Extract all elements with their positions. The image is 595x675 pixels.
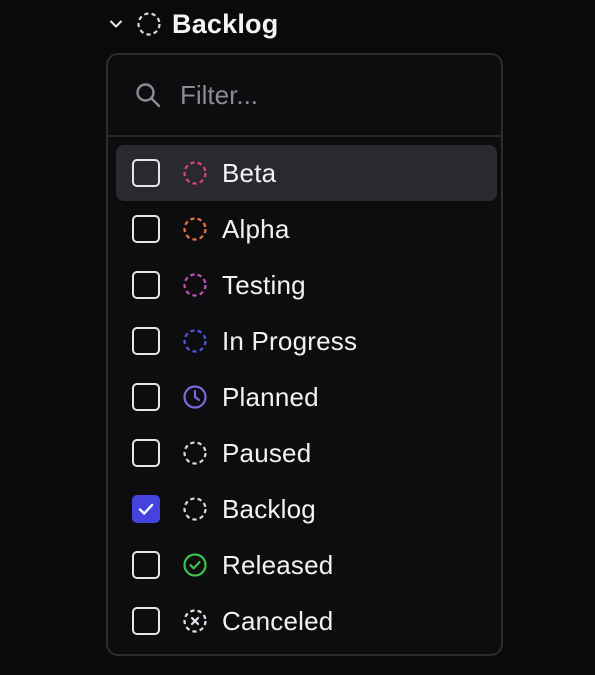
filter-input[interactable] [180,79,460,111]
status-option-label: Beta [222,157,277,188]
status-checkbox[interactable] [132,383,160,411]
status-checkbox[interactable] [132,159,160,187]
check-circle-icon [182,552,208,578]
dashed-circle-icon [182,440,208,466]
status-dropdown-trigger[interactable]: Backlog [106,6,278,42]
status-option-label: In Progress [222,325,358,356]
dashed-circle-icon [182,160,208,186]
status-option-in-progress[interactable]: In Progress [116,313,497,369]
search-icon [134,81,162,109]
x-circle-icon [182,608,208,634]
dashed-circle-icon [182,216,208,242]
status-filter-screen: Backlog Beta Alpha Testing In Progress Plann… [0,0,595,675]
status-option-canceled[interactable]: Canceled [116,593,497,649]
dashed-circle-icon [182,496,208,522]
status-option-label: Paused [222,437,312,468]
status-option-testing[interactable]: Testing [116,257,497,313]
status-checkbox[interactable] [132,607,160,635]
status-option-label: Released [222,549,334,580]
chevron-down-icon [106,14,126,34]
status-option-alpha[interactable]: Alpha [116,201,497,257]
dashed-circle-icon [182,272,208,298]
status-option-label: Backlog [222,493,316,524]
status-checkbox[interactable] [132,215,160,243]
status-options-list: Beta Alpha Testing In Progress Planned Paused… [116,145,497,649]
status-checkbox[interactable] [132,551,160,579]
status-option-label: Alpha [222,213,290,244]
status-option-planned[interactable]: Planned [116,369,497,425]
filter-search-bar [108,55,501,137]
status-option-label: Planned [222,381,319,412]
checkmark-icon [138,503,154,515]
status-option-backlog[interactable]: Backlog [116,481,497,537]
status-checkbox[interactable] [132,439,160,467]
dashed-circle-icon [136,11,162,37]
status-filter-popover: Beta Alpha Testing In Progress Planned Paused… [106,53,503,656]
dashed-circle-icon [182,328,208,354]
status-option-paused[interactable]: Paused [116,425,497,481]
status-option-label: Testing [222,269,306,300]
status-checkbox[interactable] [132,495,160,523]
clock-icon [182,384,208,410]
status-checkbox[interactable] [132,327,160,355]
selected-status-label: Backlog [172,8,279,39]
status-option-beta[interactable]: Beta [116,145,497,201]
status-option-released[interactable]: Released [116,537,497,593]
status-checkbox[interactable] [132,271,160,299]
status-option-label: Canceled [222,605,334,636]
